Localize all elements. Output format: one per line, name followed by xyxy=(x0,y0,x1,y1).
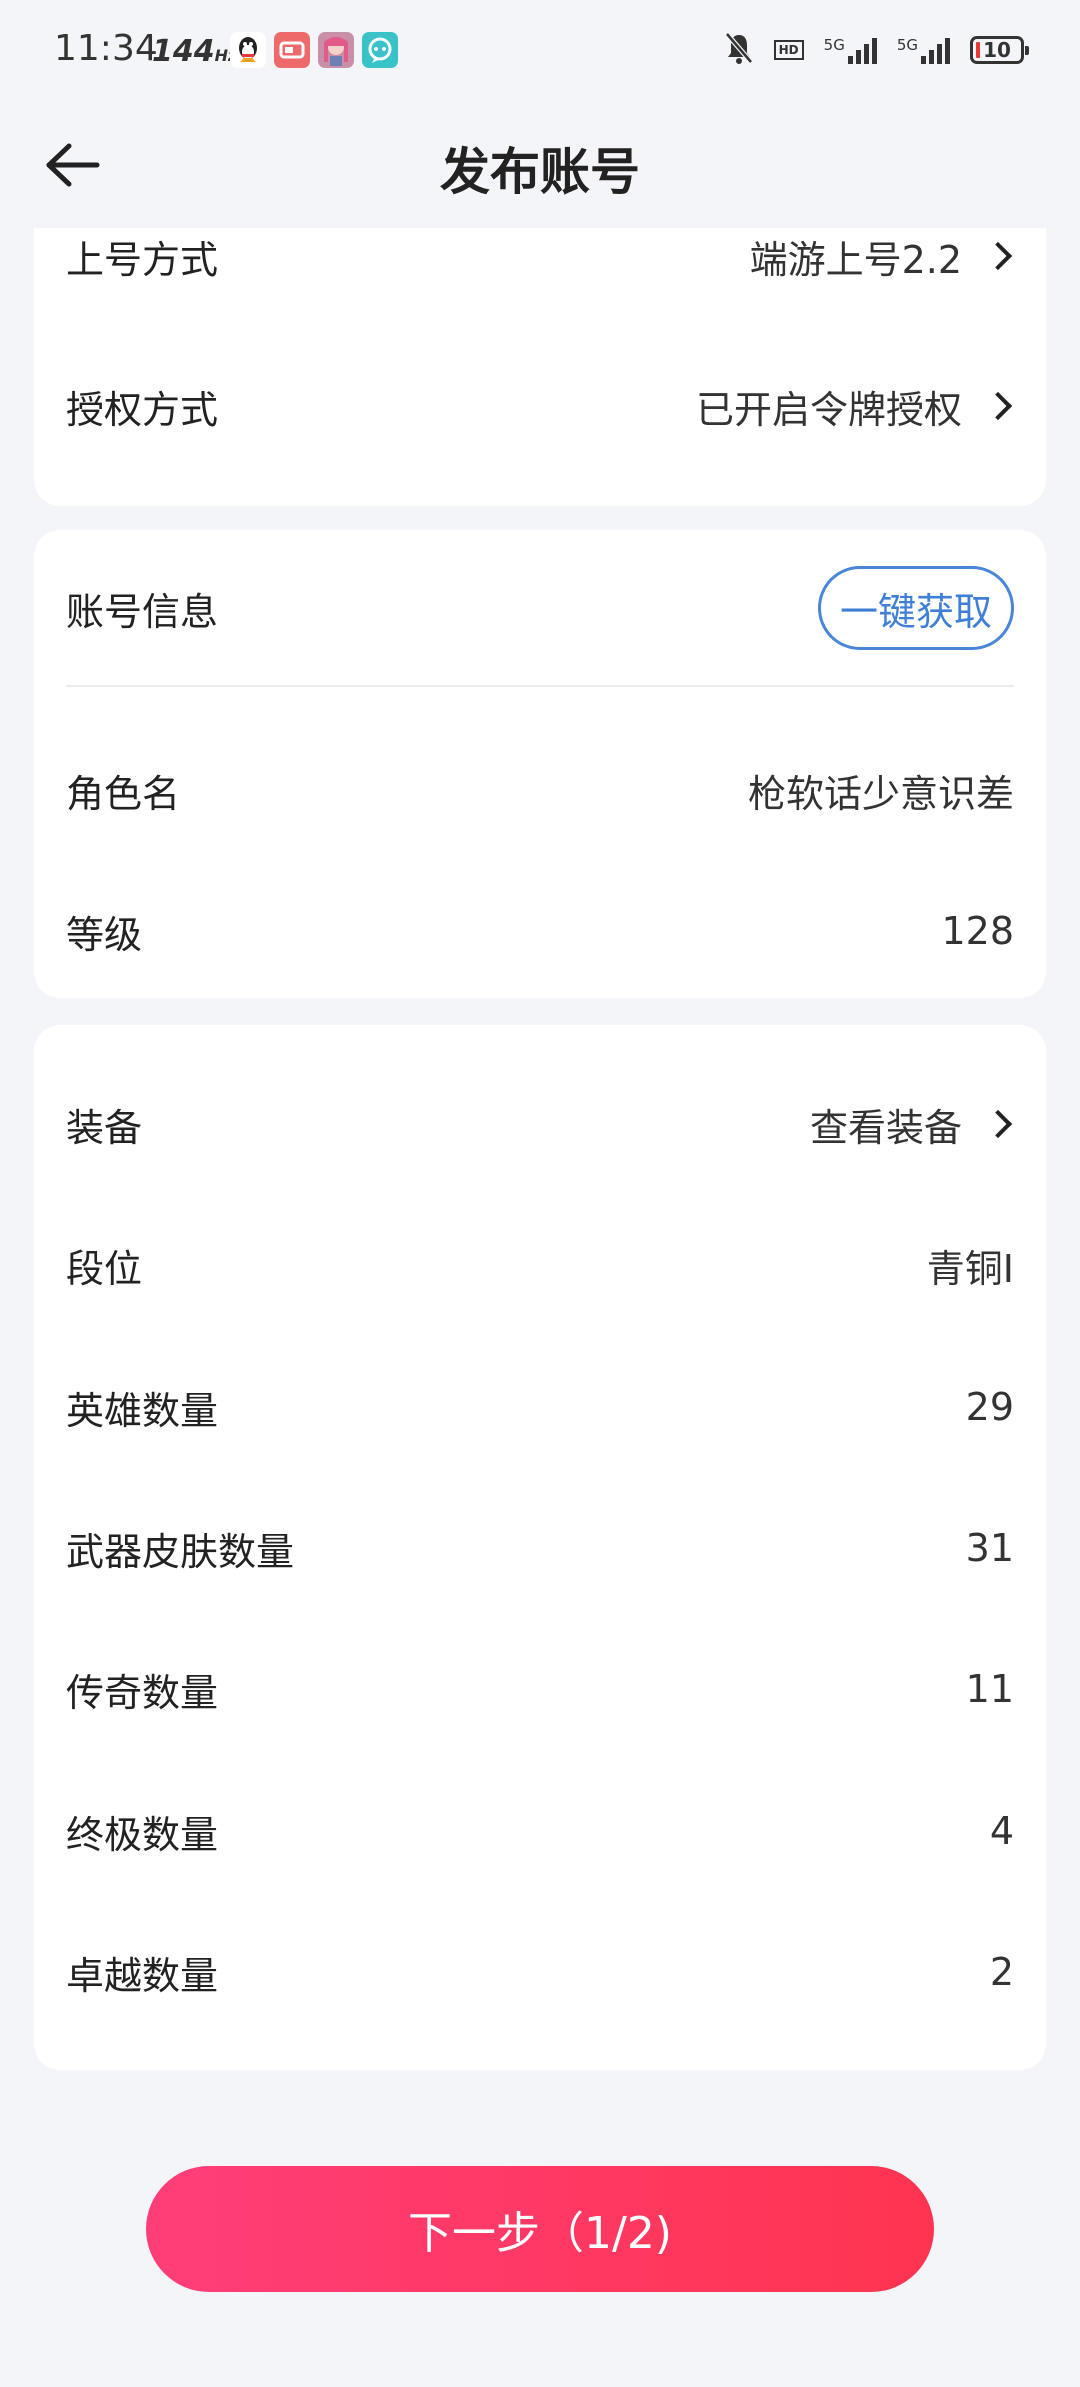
auth-method-text: 已开启令牌授权 xyxy=(695,387,962,432)
rank-value: 青铜I xyxy=(926,1246,1014,1291)
auto-fetch-button[interactable]: 一键获取 xyxy=(818,566,1014,650)
anime-avatar-app-icon xyxy=(318,32,354,68)
login-method-row[interactable]: 上号方式 端游上号2.2 xyxy=(66,228,1014,284)
equipment-label: 装备 xyxy=(66,1105,143,1150)
login-settings-card: 上号方式 端游上号2.2 授权方式 已开启令牌授权 xyxy=(34,228,1046,506)
login-method-label: 上号方式 xyxy=(66,237,219,282)
battery-level-fill xyxy=(976,42,980,58)
level-row: 等级 128 xyxy=(66,901,1014,961)
qq-icon xyxy=(230,32,266,68)
hd-voice-indicator: HD xyxy=(773,40,804,60)
ultimate-count-row: 终极数量 4 xyxy=(66,1801,1014,1861)
hero-count-label: 英雄数量 xyxy=(66,1388,219,1433)
signal-strength-2: 5G xyxy=(897,36,950,64)
rank-label: 段位 xyxy=(66,1246,143,1291)
equipment-value: 查看装备 xyxy=(810,1097,1014,1152)
legendary-count-row: 传奇数量 11 xyxy=(66,1659,1014,1719)
battery-indicator: 10 xyxy=(970,36,1029,64)
rank-row: 段位 青铜I xyxy=(66,1235,1014,1295)
network-type-2: 5G xyxy=(896,36,918,54)
legendary-count-value: 11 xyxy=(965,1667,1014,1711)
account-info-header: 账号信息 一键获取 xyxy=(66,565,1014,651)
status-bar: 11:34 144Hz HD 5G 5G 10 xyxy=(0,0,1080,100)
role-name-label: 角色名 xyxy=(66,771,181,816)
status-time: 11:34 xyxy=(54,28,158,69)
equipment-row[interactable]: 装备 查看装备 xyxy=(66,1094,1014,1154)
chat-app-icon xyxy=(362,32,398,68)
view-equipment-text: 查看装备 xyxy=(809,1105,962,1150)
legendary-count-label: 传奇数量 xyxy=(66,1670,219,1715)
chevron-right-icon xyxy=(983,1109,1013,1139)
battery-level: 10 xyxy=(983,38,1011,62)
role-name-value: 枪软话少意识差 xyxy=(747,771,1014,816)
login-method-value: 端游上号2.2 xyxy=(750,229,1014,284)
auth-method-label: 授权方式 xyxy=(66,387,219,432)
status-indicators: HD 5G 5G 10 xyxy=(724,30,1029,70)
hero-count-value: 29 xyxy=(965,1385,1014,1429)
next-step-button[interactable]: 下一步（1/2) xyxy=(146,2166,934,2292)
hero-count-row: 英雄数量 29 xyxy=(66,1377,1014,1437)
chevron-right-icon xyxy=(983,391,1013,421)
weapon-skin-count-label: 武器皮肤数量 xyxy=(66,1529,295,1574)
ultimate-count-value: 4 xyxy=(989,1809,1014,1853)
account-details-card: 装备 查看装备 段位 青铜I 英雄数量 29 武器皮肤数量 31 传奇数量 11… xyxy=(34,1025,1046,2070)
exclusive-count-label: 卓越数量 xyxy=(66,1953,219,1998)
battery-saver-app-icon xyxy=(274,32,310,68)
signal-bars-1-icon xyxy=(847,36,877,64)
divider xyxy=(66,685,1014,687)
header: 发布账号 xyxy=(0,110,1080,220)
account-info-card: 账号信息 一键获取 角色名 枪软话少意识差 等级 128 xyxy=(34,530,1046,998)
weapon-skin-count-value: 31 xyxy=(965,1526,1014,1570)
app-screen: 11:34 144Hz HD 5G 5G 10 发布账号 上号方式 端游上号2.… xyxy=(0,0,1080,2387)
signal-bars-2-icon xyxy=(921,36,950,64)
ultimate-count-label: 终极数量 xyxy=(66,1812,219,1857)
login-method-text: 端游上号2.2 xyxy=(749,237,962,282)
network-type-1: 5G xyxy=(823,36,845,54)
exclusive-count-value: 2 xyxy=(989,1950,1014,1994)
refresh-rate-value: 144 xyxy=(152,34,215,69)
role-name-row: 角色名 枪软话少意识差 xyxy=(66,760,1014,820)
mute-bell-icon xyxy=(724,31,754,69)
auth-method-value: 已开启令牌授权 xyxy=(696,379,1014,434)
page-title: 发布账号 xyxy=(440,143,640,201)
chevron-right-icon xyxy=(983,241,1013,271)
weapon-skin-count-row: 武器皮肤数量 31 xyxy=(66,1518,1014,1578)
account-info-title: 账号信息 xyxy=(66,589,219,634)
refresh-rate: 144Hz xyxy=(152,34,237,69)
exclusive-count-row: 卓越数量 2 xyxy=(66,1942,1014,2002)
level-value: 128 xyxy=(941,909,1014,953)
auth-method-row[interactable]: 授权方式 已开启令牌授权 xyxy=(66,366,1014,446)
level-label: 等级 xyxy=(66,912,143,957)
signal-strength-1: 5G xyxy=(824,36,877,64)
